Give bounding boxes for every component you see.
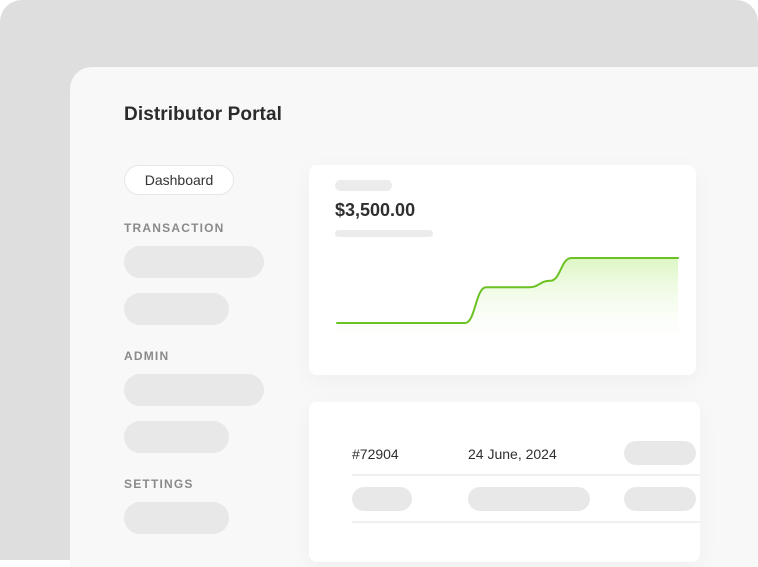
sidebar-item-placeholder[interactable]: [124, 374, 264, 406]
sidebar-item-placeholder[interactable]: [124, 293, 229, 325]
chart-area: [337, 258, 678, 350]
transaction-date: 24 June, 2024: [468, 446, 557, 462]
sidebar-item-placeholder[interactable]: [124, 421, 229, 453]
table-cell-placeholder: [624, 487, 696, 511]
summary-amount: $3,500.00: [335, 200, 416, 220]
sidebar-section-admin: ADMIN: [124, 349, 170, 363]
table-cell-placeholder: [352, 487, 412, 511]
sidebar-section-transaction: TRANSACTION: [124, 221, 225, 235]
row-divider: [352, 521, 700, 523]
transactions-card: [309, 402, 700, 562]
transaction-id[interactable]: #72904: [352, 446, 399, 462]
table-cell-placeholder: [468, 487, 590, 511]
transaction-status-placeholder: [624, 441, 696, 465]
summary-label-placeholder: [335, 180, 392, 191]
summary-subtitle-placeholder: [335, 230, 433, 237]
sidebar-item-placeholder[interactable]: [124, 502, 229, 534]
sidebar-item-dashboard[interactable]: Dashboard: [124, 165, 234, 195]
sidebar-item-placeholder[interactable]: [124, 246, 264, 278]
page-title: Distributor Portal: [124, 104, 283, 125]
sidebar-section-settings: SETTINGS: [124, 477, 194, 491]
row-divider: [352, 474, 700, 476]
summary-chart: [336, 257, 679, 350]
